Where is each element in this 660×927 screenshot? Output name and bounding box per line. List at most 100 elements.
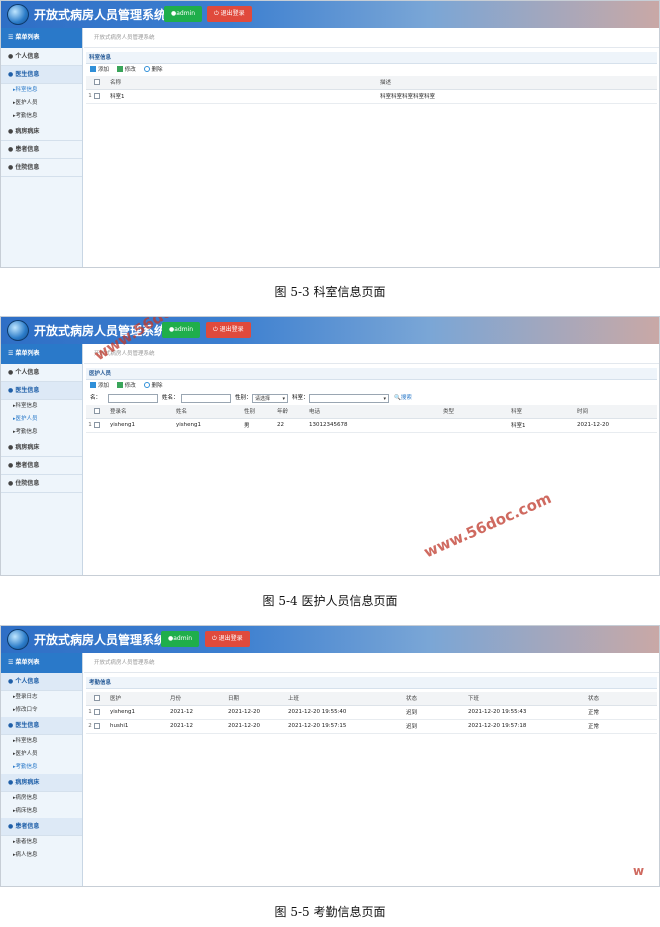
sidebar-group[interactable]: ● 住院信息 bbox=[1, 475, 82, 493]
screenshot-dept-info: 开放式病房人员管理系统 ●admin ⏻ 退出登录 ☰ 菜单列表 ● 个人信息 ●… bbox=[0, 0, 660, 268]
sidebar-item[interactable]: 病人信息 bbox=[1, 849, 82, 862]
search-button[interactable]: 🔍搜索 bbox=[394, 392, 412, 405]
table-row[interactable]: 2 hushi1 2021-12 2021-12-20 2021-12-20 1… bbox=[86, 719, 657, 734]
sidebar-group[interactable]: ● 病房病床 bbox=[1, 439, 82, 457]
sidebar: ☰ 菜单列表 ● 个人信息● 医生信息科室信息医护人员考勤信息● 病房病床● 患… bbox=[1, 344, 83, 575]
sidebar-group-label: 病房病床 bbox=[15, 779, 40, 786]
sidebar-group[interactable]: ● 个人信息 bbox=[1, 364, 82, 382]
select-all-checkbox[interactable] bbox=[94, 408, 100, 414]
app-title: 开放式病房人员管理系统 bbox=[34, 633, 167, 647]
cell-checkin-status: 迟到 bbox=[404, 705, 466, 720]
cell-name: 科室1 bbox=[108, 89, 378, 104]
header-bar: 开放式病房人员管理系统 ●admin ⏻ 退出登录 bbox=[1, 317, 659, 344]
sidebar-group-label: 住院信息 bbox=[15, 164, 40, 171]
sidebar-item[interactable]: 医护人员 bbox=[1, 97, 82, 110]
screenshot-attendance-info: 开放式病房人员管理系统 ●admin ⏻ 退出登录 ☰ 菜单列表 ● 个人信息登… bbox=[0, 625, 660, 887]
globe-people-logo-icon bbox=[7, 629, 29, 650]
cell-checkin: 2021-12-20 19:57:15 bbox=[286, 719, 404, 734]
row-checkbox[interactable] bbox=[94, 92, 100, 99]
delete-button[interactable]: 删除 bbox=[143, 382, 163, 389]
figure-caption: 图 5-3 科室信息页面 bbox=[274, 285, 386, 299]
login-name-input[interactable] bbox=[108, 394, 158, 403]
sidebar-group[interactable]: ● 病房病床 bbox=[1, 123, 82, 141]
table-header-row: 名称 描述 bbox=[86, 76, 657, 90]
power-icon: ⏻ bbox=[214, 10, 221, 17]
sidebar-item[interactable]: 科室信息 bbox=[1, 84, 82, 97]
cell-phone: 13012345678 bbox=[307, 418, 441, 433]
sidebar-group[interactable]: ● 病房病床 bbox=[1, 774, 82, 792]
sidebar-item[interactable]: 患者信息 bbox=[1, 836, 82, 849]
delete-button[interactable]: 删除 bbox=[143, 66, 163, 73]
main-content: 开放式病房人员管理系统 科室信息 添加 修改 删除 名称 描述 1 科室1 科室… bbox=[84, 28, 659, 267]
select-all-checkbox[interactable] bbox=[94, 695, 100, 701]
column-header: 状态 bbox=[404, 692, 466, 706]
sidebar-group[interactable]: ● 住院信息 bbox=[1, 159, 82, 177]
sidebar-group[interactable]: ● 医生信息 bbox=[1, 717, 82, 735]
admin-button[interactable]: ●admin bbox=[161, 631, 200, 647]
select-all-checkbox[interactable] bbox=[94, 79, 100, 85]
sidebar-item[interactable]: 医护人员 bbox=[1, 748, 82, 761]
cell-checkout: 2021-12-20 19:55:43 bbox=[466, 705, 586, 720]
sidebar-item[interactable]: 修改口令 bbox=[1, 704, 82, 717]
cell-checkout-status: 正常 bbox=[586, 719, 657, 734]
logout-button[interactable]: ⏻ 退出登录 bbox=[207, 6, 252, 22]
search-label: 科室： bbox=[292, 395, 309, 401]
sidebar-group[interactable]: ● 患者信息 bbox=[1, 818, 82, 836]
row-checkbox[interactable] bbox=[94, 722, 100, 729]
sidebar-group[interactable]: ● 个人信息 bbox=[1, 48, 82, 66]
sidebar-item[interactable]: 登录日志 bbox=[1, 691, 82, 704]
sidebar-group-label: 病房病床 bbox=[15, 444, 40, 451]
edit-button[interactable]: 修改 bbox=[116, 382, 136, 389]
header-bar: 开放式病房人员管理系统 ●admin ⏻ 退出登录 bbox=[1, 626, 659, 653]
edit-button[interactable]: 修改 bbox=[116, 66, 136, 73]
sidebar-group[interactable]: ● 医生信息 bbox=[1, 382, 82, 400]
row-checkbox[interactable] bbox=[94, 708, 100, 715]
sidebar-group[interactable]: ● 患者信息 bbox=[1, 141, 82, 159]
name-input[interactable] bbox=[181, 394, 231, 403]
table-header-row: 登录名 姓名 性别 年龄 电话 类型 科室 时间 bbox=[86, 405, 657, 419]
add-file-icon bbox=[90, 382, 96, 388]
sidebar-menu: ● 个人信息● 医生信息科室信息医护人员考勤信息● 病房病床● 患者信息● 住院… bbox=[1, 48, 82, 177]
sidebar-item[interactable]: 考勤信息 bbox=[1, 761, 82, 774]
panel: 科室信息 添加 修改 删除 名称 描述 1 科室1 科室科室科室科室科室 bbox=[84, 48, 659, 104]
admin-button[interactable]: ●admin bbox=[162, 322, 201, 338]
delete-circle-icon bbox=[143, 382, 150, 388]
cell-checkin-status: 迟到 bbox=[404, 719, 466, 734]
sidebar-item[interactable]: 科室信息 bbox=[1, 735, 82, 748]
cell-type bbox=[441, 418, 509, 433]
sidebar-group[interactable]: ● 医生信息 bbox=[1, 66, 82, 84]
dept-select[interactable]: ▾ bbox=[309, 394, 389, 403]
add-button[interactable]: 添加 bbox=[90, 382, 109, 389]
sidebar-group[interactable]: ● 患者信息 bbox=[1, 457, 82, 475]
sidebar-group[interactable]: ● 个人信息 bbox=[1, 673, 82, 691]
sidebar-group-label: 患者信息 bbox=[15, 823, 40, 830]
sidebar-group-label: 个人信息 bbox=[15, 369, 40, 376]
gender-select[interactable]: 请选择 ▾ bbox=[252, 394, 288, 403]
sidebar-group-label: 医生信息 bbox=[15, 722, 40, 729]
sidebar-item[interactable]: 考勤信息 bbox=[1, 110, 82, 123]
attendance-table: 医护 月份 日期 上班 状态 下班 状态 1 yisheng1 2021-12 … bbox=[86, 692, 657, 734]
sidebar-item[interactable]: 病房信息 bbox=[1, 792, 82, 805]
column-header: 时间 bbox=[575, 405, 657, 419]
column-header: 姓名 bbox=[174, 405, 242, 419]
logout-button[interactable]: ⏻ 退出登录 bbox=[205, 631, 250, 647]
sidebar-item[interactable]: 病床信息 bbox=[1, 805, 82, 818]
search-label: 名： bbox=[90, 395, 102, 401]
main-content: 开放式病房人员管理系统 医护人员 添加 修改 删除 名： 姓名： 性别： 请选择… bbox=[84, 344, 659, 575]
sidebar-item[interactable]: 考勤信息 bbox=[1, 426, 82, 439]
logout-button[interactable]: ⏻ 退出登录 bbox=[206, 322, 251, 338]
add-button[interactable]: 添加 bbox=[90, 66, 109, 73]
admin-button[interactable]: ●admin bbox=[164, 6, 203, 22]
globe-people-logo-icon bbox=[7, 320, 29, 341]
table-row[interactable]: 1 科室1 科室科室科室科室科室 bbox=[86, 89, 657, 104]
sidebar-item[interactable]: 科室信息 bbox=[1, 400, 82, 413]
table-row[interactable]: 1 yisheng1 2021-12 2021-12-20 2021-12-20… bbox=[86, 705, 657, 720]
row-checkbox[interactable] bbox=[94, 421, 100, 428]
sidebar-item[interactable]: 医护人员 bbox=[1, 413, 82, 426]
sidebar-group-label: 医生信息 bbox=[15, 387, 40, 394]
table-row[interactable]: 1 yisheng1 yisheng1 男 22 13012345678 科室1… bbox=[86, 418, 657, 433]
column-header: 类型 bbox=[441, 405, 509, 419]
power-icon: ⏻ bbox=[213, 326, 220, 333]
column-header: 电话 bbox=[307, 405, 441, 419]
cell-month: 2021-12 bbox=[168, 719, 226, 734]
